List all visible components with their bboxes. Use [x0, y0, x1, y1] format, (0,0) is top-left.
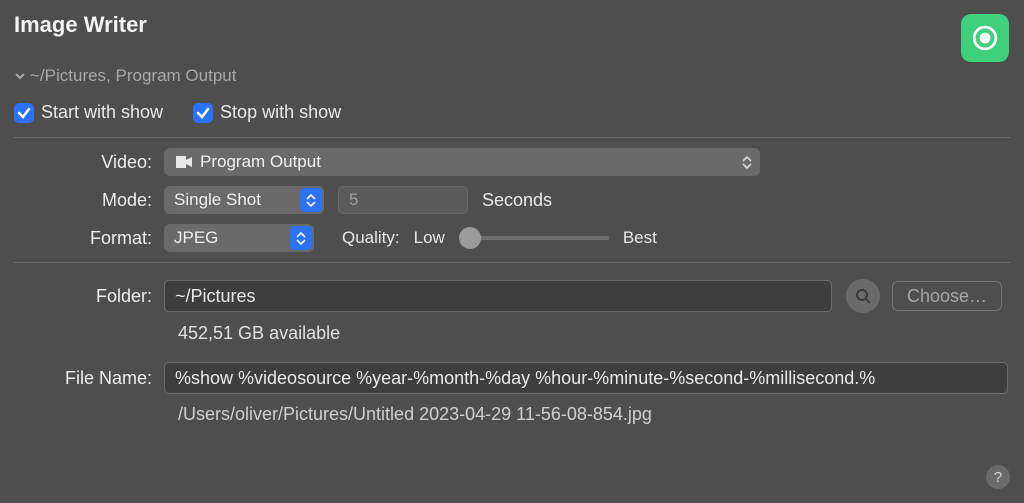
start-with-show-checkbox[interactable]: Start with show — [14, 102, 163, 123]
disk-available: 452,51 GB available — [14, 323, 1010, 344]
format-label: Format: — [14, 228, 164, 249]
stop-with-show-checkbox[interactable]: Stop with show — [193, 102, 341, 123]
chevron-down-icon — [14, 70, 26, 82]
quality-low-label: Low — [414, 228, 445, 248]
panel-title: Image Writer — [14, 12, 147, 38]
quality-slider[interactable] — [459, 236, 609, 240]
choose-button[interactable]: Choose… — [892, 281, 1002, 311]
checkbox-box — [14, 103, 34, 123]
quality-best-label: Best — [623, 228, 657, 248]
video-source-icon — [174, 154, 194, 170]
select-arrows-icon — [290, 226, 312, 250]
mode-label: Mode: — [14, 190, 164, 211]
format-select[interactable]: JPEG — [164, 224, 314, 252]
check-icon — [17, 106, 31, 120]
filename-field[interactable]: %show %videosource %year-%month-%day %ho… — [164, 362, 1008, 394]
subtitle-text: ~/Pictures, Program Output — [30, 66, 236, 86]
subtitle-row[interactable]: ~/Pictures, Program Output — [0, 66, 1024, 96]
help-button[interactable]: ? — [986, 465, 1010, 489]
quality-label: Quality: — [342, 228, 400, 248]
video-select[interactable]: Program Output — [164, 148, 760, 176]
check-icon — [196, 106, 210, 120]
slider-thumb[interactable] — [459, 227, 481, 249]
video-value: Program Output — [200, 152, 321, 172]
reveal-button[interactable] — [846, 279, 880, 313]
record-status-button[interactable] — [961, 14, 1009, 62]
start-with-show-label: Start with show — [41, 102, 163, 123]
stop-with-show-label: Stop with show — [220, 102, 341, 123]
filename-label: File Name: — [14, 368, 164, 389]
folder-field[interactable]: ~/Pictures — [164, 280, 832, 312]
select-arrows-icon — [736, 150, 758, 174]
folder-label: Folder: — [14, 286, 164, 307]
video-label: Video: — [14, 152, 164, 173]
seconds-label: Seconds — [482, 190, 552, 211]
record-icon — [972, 25, 998, 51]
mode-select[interactable]: Single Shot — [164, 186, 324, 214]
select-arrows-icon — [300, 188, 322, 212]
mode-value: Single Shot — [174, 190, 261, 210]
filename-preview: /Users/oliver/Pictures/Untitled 2023-04-… — [14, 404, 1010, 425]
format-value: JPEG — [174, 228, 218, 248]
checkbox-box — [193, 103, 213, 123]
search-icon — [855, 288, 871, 304]
interval-field[interactable]: 5 — [338, 186, 468, 214]
